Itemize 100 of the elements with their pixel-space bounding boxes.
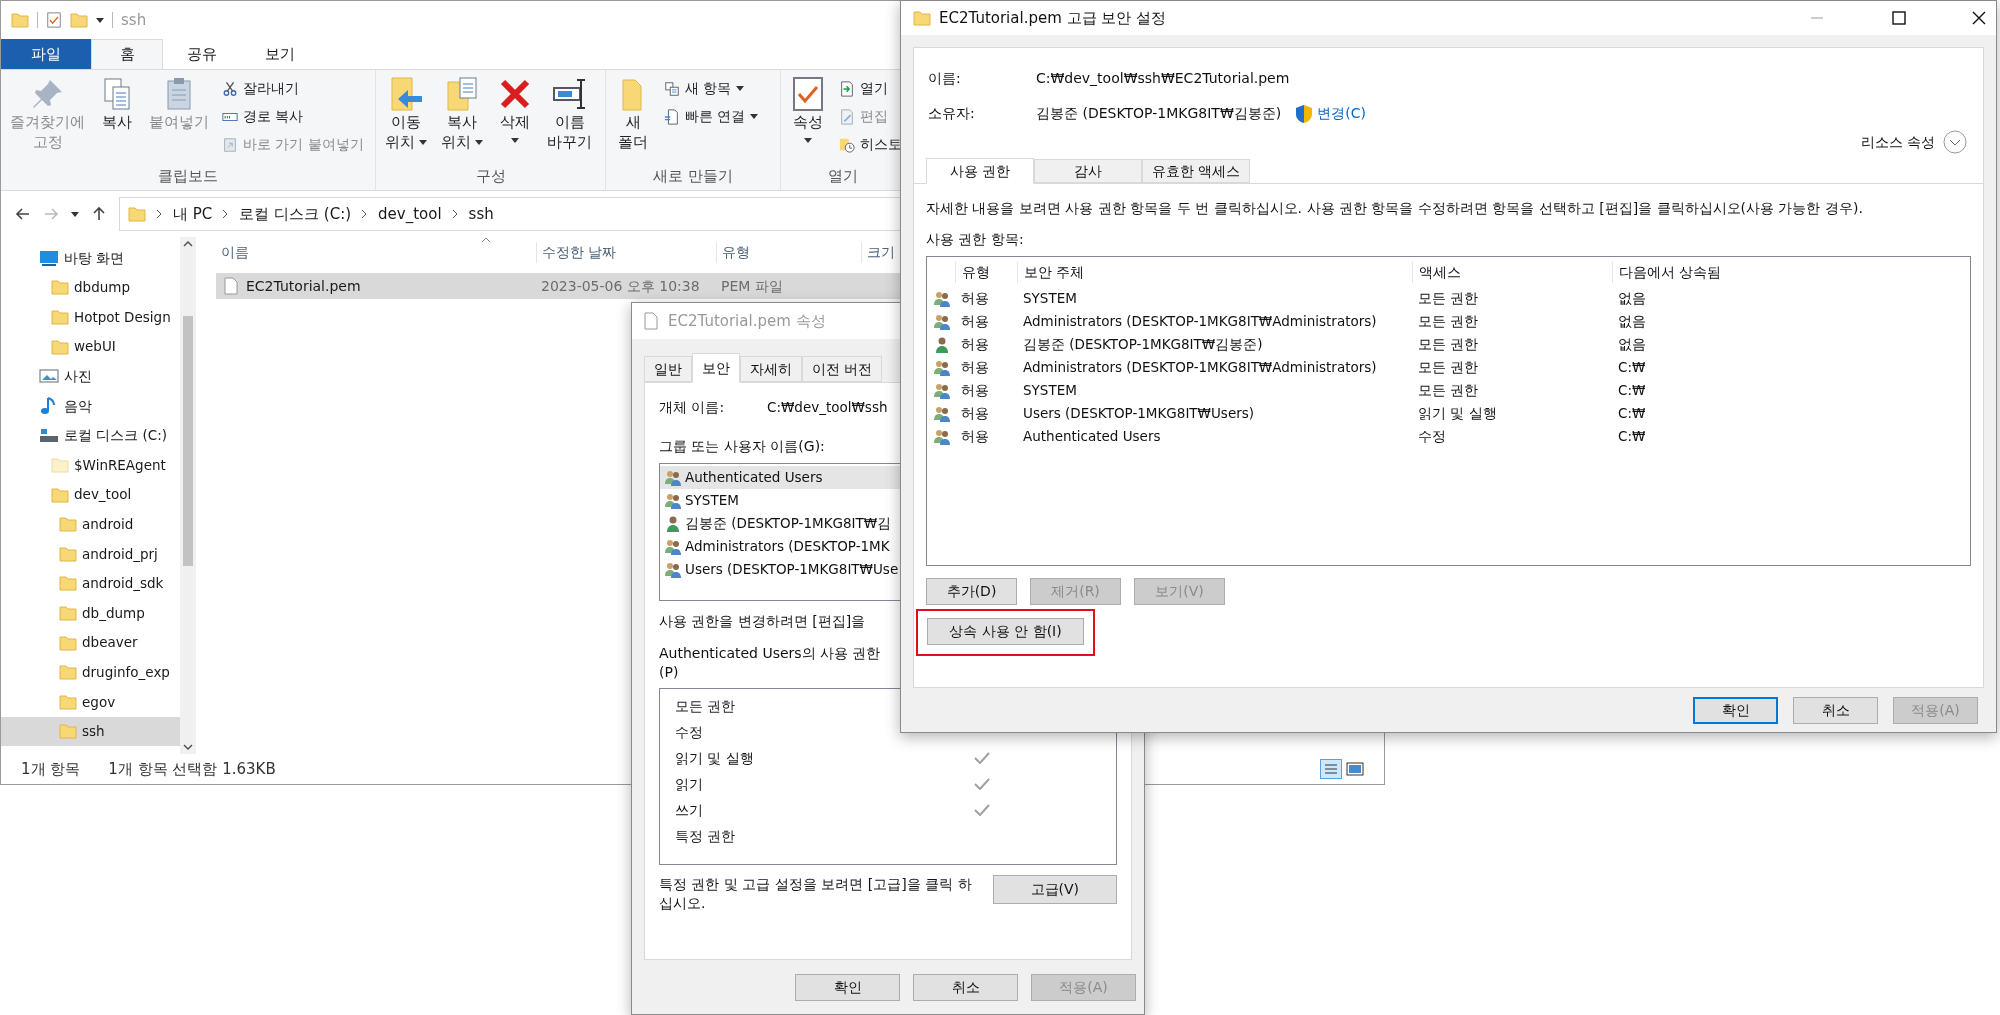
scroll-down-icon[interactable] [183, 744, 193, 750]
nav-item[interactable]: egov [1, 686, 180, 717]
column-header[interactable]: 다음에서 상속됨 [1619, 263, 1722, 280]
ribbon-button[interactable]: 삭제 [492, 76, 538, 165]
disable-inheritance-button[interactable]: 상속 사용 안 함(I) [927, 618, 1084, 645]
nav-item[interactable]: 사진 [1, 361, 180, 391]
tab[interactable]: 유효한 액세스 [1142, 159, 1250, 183]
ribbon-tab[interactable]: 보기 [241, 39, 319, 69]
table-cell-text: Administrators (DESKTOP-1MKG8IT₩Administrators) [1022, 358, 1378, 378]
nav-item[interactable]: android [1, 509, 180, 539]
nav-item[interactable]: ssh [1, 716, 180, 747]
ribbon-button[interactable]: 잘라내기 [222, 76, 364, 101]
edit-icon [839, 108, 855, 125]
drive-icon [39, 427, 59, 444]
breadcrumb[interactable]: 로컬 디스크 (C:) [239, 202, 352, 226]
ribbon-button[interactable]: 이동 위치 [380, 76, 432, 165]
nav-item[interactable]: dbdump [1, 272, 180, 303]
ribbon-button[interactable]: 빠른 연결 [664, 104, 759, 129]
column-header[interactable]: 액세스 [1419, 263, 1461, 280]
nav-item[interactable]: 바탕 화면 [1, 243, 180, 273]
dialog-button[interactable]: 추가(D) [926, 578, 1017, 605]
ribbon-button[interactable]: 복사 [94, 76, 140, 165]
column-header[interactable]: 이름 [221, 243, 249, 260]
tab[interactable]: 이전 버전 [802, 356, 883, 382]
history-icon [839, 136, 855, 153]
tab[interactable]: 보안 [692, 353, 740, 383]
permission-entry-row[interactable]: 허용 Users (DESKTOP-1MKG8IT₩Users) 읽기 및 실행 C:₩ [927, 402, 1970, 425]
ribbon-button[interactable]: 새 폴더 [610, 76, 656, 165]
column-header[interactable]: 수정한 날짜 [542, 243, 617, 260]
nav-item[interactable]: dbeaver [1, 627, 180, 658]
permission-name: 읽기 및 실행 [675, 749, 754, 766]
nav-item[interactable]: dev_tool [1, 479, 180, 510]
folder-icon [59, 603, 77, 622]
folder-icon [51, 455, 69, 474]
dialog-title: EC2Tutorial.pem 고급 보안 설정 [939, 7, 1167, 29]
tab[interactable]: 감사 [1034, 159, 1142, 183]
nav-item[interactable]: Hotpot Design [1, 302, 180, 332]
nav-item[interactable]: 음악 [1, 390, 180, 421]
nav-item[interactable]: webUI [1, 331, 180, 362]
advanced-button[interactable]: 고급(V) [992, 875, 1117, 904]
permission-name: 수정 [675, 723, 703, 740]
copy-to-icon [444, 76, 480, 112]
nav-item[interactable]: 로컬 디스크 (C:) [1, 420, 180, 451]
scroll-up-icon[interactable] [183, 241, 193, 247]
nav-item[interactable]: $WinREAgent [1, 450, 180, 480]
permission-name: 특정 권한 [675, 827, 736, 844]
breadcrumb[interactable]: 내 PC [173, 202, 213, 226]
dialog-title: EC2Tutorial.pem 속성 [668, 310, 826, 332]
ribbon-button[interactable]: 복사 위치 [436, 76, 488, 165]
user-group-icon [933, 289, 951, 308]
permission-entry-row[interactable]: 허용 Administrators (DESKTOP-1MKG8IT₩Administrators) 모든 권한 없음 [927, 310, 1970, 333]
change-owner-link[interactable]: 변경(C) [1317, 103, 1366, 124]
up-icon[interactable] [91, 206, 107, 222]
ribbon-tab[interactable]: 공유 [163, 39, 241, 69]
permission-entry-row[interactable]: 허용 SYSTEM 모든 권한 C:₩ [927, 379, 1970, 402]
nav-item[interactable]: db_dump [1, 598, 180, 628]
dialog-button[interactable]: 취소 [913, 973, 1018, 1001]
tab[interactable]: 자세히 [740, 356, 802, 382]
column-header[interactable]: 크기 [867, 243, 895, 260]
ribbon-tab[interactable]: 파일 [1, 39, 91, 69]
large-icons-view-icon[interactable] [1346, 761, 1364, 777]
breadcrumb[interactable]: dev_tool [378, 202, 442, 226]
close-icon[interactable] [1972, 11, 1986, 25]
folder-icon [59, 692, 77, 711]
tab[interactable]: 사용 권한 [926, 158, 1034, 184]
permission-entry-row[interactable]: 허용 Authenticated Users 수정 C:₩ [927, 425, 1970, 448]
dialog-button[interactable]: 확인 [1693, 696, 1778, 724]
chevron-icon [156, 209, 163, 219]
details-view-icon[interactable] [1320, 759, 1342, 779]
table-cell-text: C:₩ [1617, 358, 1647, 378]
chevron-icon [451, 209, 459, 219]
table-cell-text: 없음 [1617, 335, 1647, 355]
permission-entry-row[interactable]: 허용 김봉준 (DESKTOP-1MKG8IT₩김봉준) 모든 권한 없음 [927, 333, 1970, 356]
ribbon-button[interactable]: 열기 [839, 76, 902, 101]
ribbon-button[interactable]: 새 항목 [664, 76, 759, 101]
nav-item[interactable]: druginfo_exp [1, 657, 180, 687]
expand-icon[interactable] [1943, 130, 1967, 154]
dialog-button[interactable]: 취소 [1793, 696, 1878, 724]
maximize-icon[interactable] [1892, 11, 1906, 25]
tab[interactable]: 일반 [644, 356, 692, 382]
ribbon-button[interactable]: 경로 복사 [222, 104, 364, 129]
permissions-label: Authenticated Users의 사용 권한 (P) [659, 644, 881, 682]
column-header[interactable]: 유형 [722, 243, 750, 260]
user-group-icon [664, 491, 682, 510]
table-cell-text: 모든 권한 [1417, 289, 1480, 309]
ribbon-button[interactable]: 속성 [785, 76, 831, 165]
scrollbar[interactable] [180, 237, 196, 754]
dialog-button[interactable]: 확인 [795, 973, 900, 1001]
permission-entry-row[interactable]: 허용 Administrators (DESKTOP-1MKG8IT₩Administrators) 모든 권한 C:₩ [927, 356, 1970, 379]
easy-access-icon [664, 108, 680, 125]
table-cell-text: 허용 [960, 381, 990, 401]
nav-item[interactable]: android_prj [1, 538, 180, 569]
ribbon-tab[interactable]: 홈 [91, 39, 163, 69]
folder-icon [51, 278, 69, 297]
nav-item[interactable]: android_sdk [1, 568, 180, 599]
file-date: 2023-05-06 오후 10:38 [540, 276, 701, 296]
ribbon-button[interactable]: 이름 바꾸기 [542, 76, 597, 165]
breadcrumb[interactable]: ssh [468, 202, 494, 226]
back-icon[interactable] [15, 206, 31, 222]
folder-icon [59, 633, 77, 652]
